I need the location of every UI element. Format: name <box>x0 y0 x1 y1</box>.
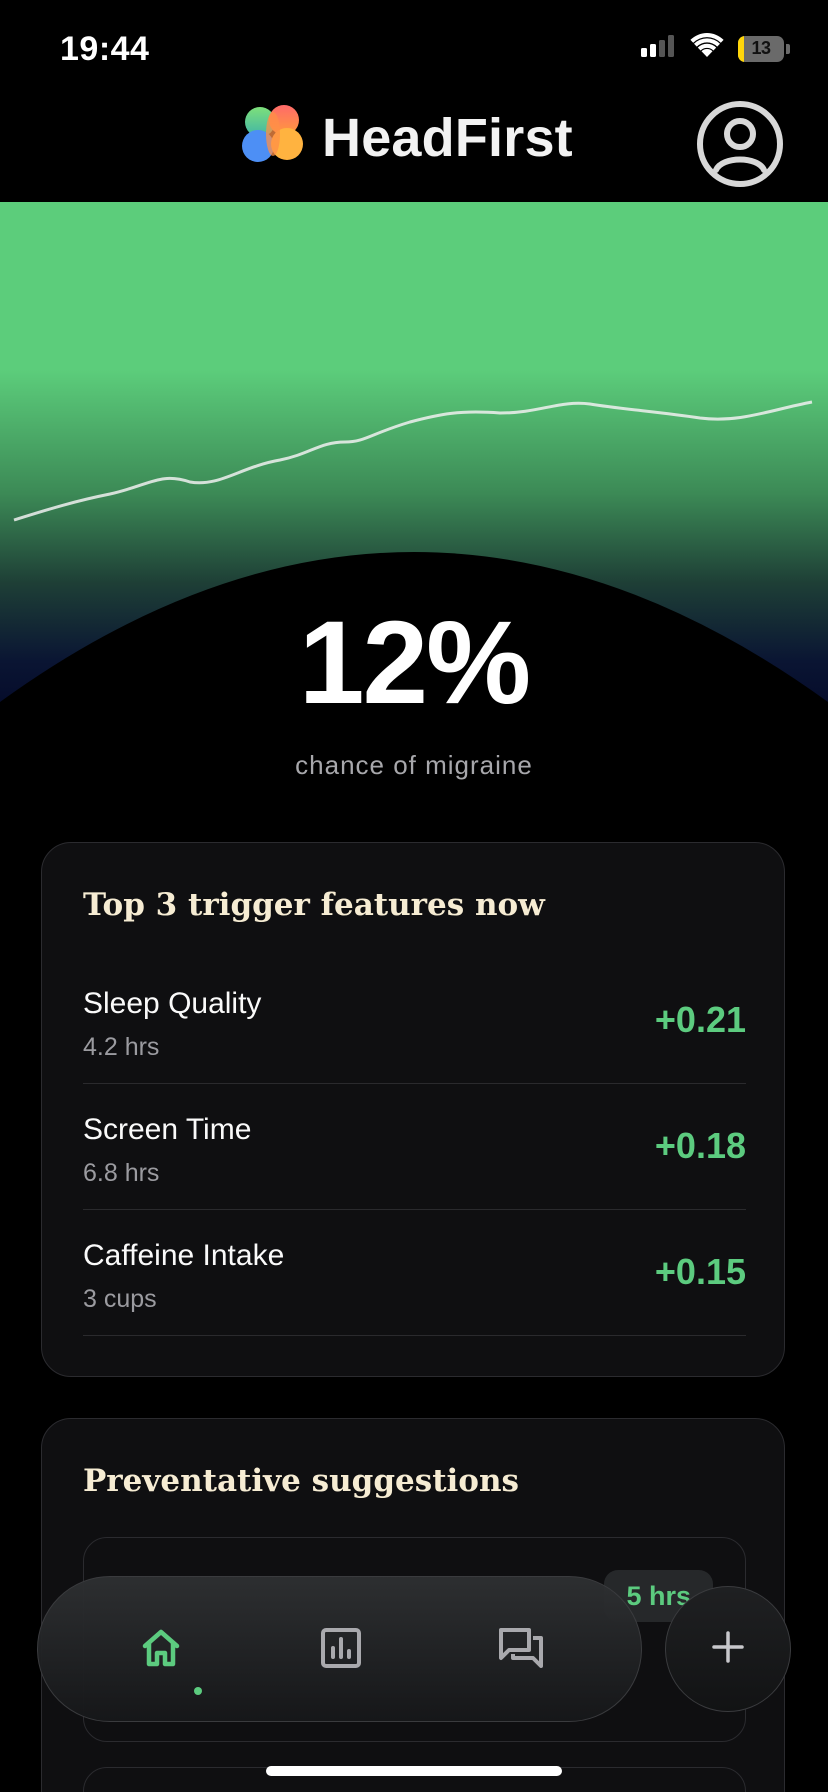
stats-icon <box>319 1626 363 1675</box>
app-header: HeadFirst <box>0 96 828 202</box>
profile-icon <box>696 100 784 193</box>
wifi-icon <box>690 33 724 64</box>
tab-chat[interactable] <box>476 1605 566 1695</box>
trigger-detail: 6.8 hrs <box>83 1159 160 1187</box>
profile-button[interactable] <box>696 100 784 193</box>
trigger-name: Sleep Quality <box>83 987 262 1020</box>
add-entry-button[interactable] <box>665 1586 791 1712</box>
trigger-row-caffeine[interactable]: Caffeine Intake 3 cups +0.15 <box>83 1209 746 1336</box>
trigger-features-card: Top 3 trigger features now Sleep Quality… <box>41 842 785 1377</box>
status-icons: 13 <box>640 33 790 64</box>
risk-percentage: 12% <box>298 597 531 729</box>
chat-icon <box>497 1624 545 1677</box>
tab-home[interactable] <box>116 1605 206 1695</box>
trigger-detail: 3 cups <box>83 1285 157 1313</box>
tab-stats[interactable] <box>296 1605 386 1695</box>
trigger-card-title: Top 3 trigger features now <box>83 887 545 923</box>
trigger-score: +0.15 <box>654 1251 746 1292</box>
trigger-row-sleep[interactable]: Sleep Quality 4.2 hrs +0.21 <box>83 957 746 1084</box>
battery-percentage: 13 <box>751 38 771 58</box>
risk-label: chance of migraine <box>295 750 533 780</box>
brain-logo-icon <box>240 104 306 171</box>
home-indicator[interactable] <box>266 1766 562 1776</box>
signal-icon <box>640 34 676 63</box>
trigger-name: Caffeine Intake <box>83 1239 285 1272</box>
trigger-detail: 4.2 hrs <box>83 1033 160 1061</box>
trigger-name: Screen Time <box>83 1113 252 1146</box>
home-icon <box>137 1624 185 1677</box>
bottom-tab-bar <box>37 1576 642 1722</box>
app-title: HeadFirst <box>322 107 573 168</box>
suggestions-card-title: Preventative suggestions <box>83 1463 519 1499</box>
screen: 19:44 13 HeadFirst 12% chance of migrain… <box>0 0 828 1792</box>
trigger-row-screen-time[interactable]: Screen Time 6.8 hrs +0.18 <box>83 1083 746 1210</box>
battery-cap <box>786 43 790 54</box>
status-time: 19:44 <box>60 30 150 68</box>
status-bar: 19:44 13 <box>0 0 828 96</box>
brand: HeadFirst <box>240 104 573 171</box>
risk-summary: 12% chance of migraine <box>0 604 828 781</box>
trigger-score: +0.18 <box>654 1125 746 1166</box>
trigger-score: +0.21 <box>654 999 746 1040</box>
battery-icon: 13 <box>738 35 784 62</box>
plus-icon <box>710 1629 746 1670</box>
active-tab-indicator <box>194 1687 202 1695</box>
